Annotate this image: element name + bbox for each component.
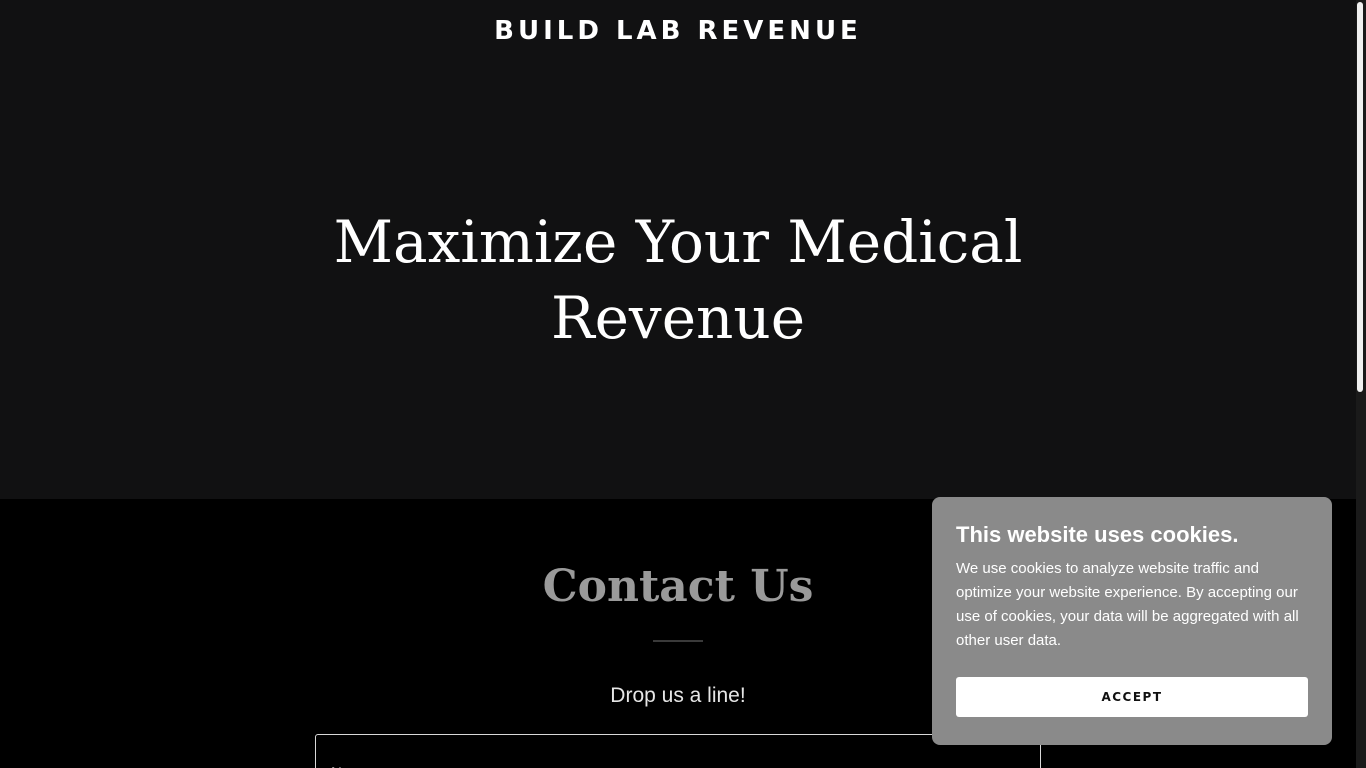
section-divider (653, 640, 703, 642)
cookie-banner-title: This website uses cookies. (956, 522, 1239, 547)
hero-section: BUILD LAB REVENUE Maximize Your Medical … (0, 0, 1356, 499)
site-brand-link[interactable]: BUILD LAB REVENUE (0, 14, 1356, 48)
contact-subtitle: Drop us a line! (610, 684, 746, 707)
cookie-banner-text: We use cookies to analyze website traffi… (956, 560, 1299, 649)
page: BUILD LAB REVENUE Maximize Your Medical … (0, 0, 1366, 768)
accept-cookies-button[interactable]: ACCEPT (956, 677, 1308, 717)
hero-title: Maximize Your Medical Revenue (333, 208, 1023, 352)
cookie-banner: This website uses cookies. We use cookie… (932, 497, 1332, 745)
contact-title: Contact Us (542, 561, 814, 612)
scrollbar-thumb[interactable] (1357, 2, 1363, 392)
vertical-scrollbar[interactable] (1356, 0, 1366, 768)
